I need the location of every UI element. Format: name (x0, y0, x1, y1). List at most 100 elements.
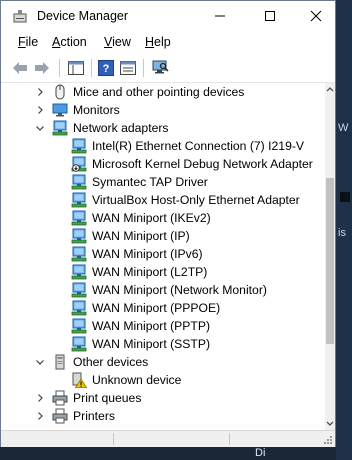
menu-action[interactable]: Action (52, 35, 87, 49)
background-text: Di (255, 447, 266, 459)
tree-device[interactable]: WAN Miniport (SSTP) (4, 335, 325, 353)
network-adapter-icon (71, 246, 87, 262)
device-manager-window: Device Manager File Action View Help ? M… (0, 0, 336, 447)
toolbar-separator (59, 59, 60, 77)
menu-file[interactable]: File (18, 35, 38, 49)
printer-icon (52, 408, 68, 424)
scroll-up-button[interactable] (325, 83, 335, 95)
tree-item-label: Print queues (73, 391, 142, 405)
printer-icon (52, 390, 68, 406)
scroll-down-button[interactable] (325, 418, 335, 430)
toolbar-separator (91, 59, 92, 77)
tree-category[interactable]: Mice and other pointing devices (4, 83, 325, 101)
tree-device[interactable]: Microsoft Kernel Debug Network Adapter (4, 155, 325, 173)
tree-item-label: VirtualBox Host-Only Ethernet Adapter (92, 193, 300, 207)
tree-item-label: WAN Miniport (IP) (92, 229, 190, 243)
title-bar[interactable]: Device Manager (1, 1, 335, 31)
network-adapter-icon (71, 282, 87, 298)
network-adapter-icon (71, 336, 87, 352)
window-title: Device Manager (37, 9, 129, 23)
network-adapter-icon (71, 138, 87, 154)
close-button[interactable] (293, 1, 339, 31)
tree-device[interactable]: Intel(R) Ethernet Connection (7) I219-V (4, 137, 325, 155)
monitor-icon (52, 103, 68, 117)
maximize-button[interactable] (247, 1, 293, 31)
tree-item-label: Other devices (73, 355, 149, 369)
back-arrow-icon (13, 62, 27, 74)
tree-category[interactable]: Print queues (4, 389, 325, 407)
tree-device[interactable]: Symantec TAP Driver (4, 173, 325, 191)
tree-item-label: WAN Miniport (IKEv2) (92, 211, 211, 225)
tree-device[interactable]: WAN Miniport (IPv6) (4, 245, 325, 263)
tree-item-label: Network adapters (73, 121, 169, 135)
menu-help[interactable]: Help (145, 35, 171, 49)
network-adapter-icon (71, 264, 87, 280)
tree-device[interactable]: WAN Miniport (IKEv2) (4, 209, 325, 227)
help-button[interactable]: ? (97, 59, 115, 77)
network-adapter-icon (71, 318, 87, 334)
background-text: W (338, 122, 349, 134)
minimize-icon (215, 15, 225, 17)
chevron-right-icon[interactable] (35, 87, 45, 97)
svg-text:?: ? (103, 63, 110, 75)
background-text: is (338, 227, 346, 239)
device-manager-app-icon (13, 10, 27, 23)
tree-device[interactable]: WAN Miniport (L2TP) (4, 263, 325, 281)
tree-device[interactable]: WAN Miniport (PPPOE) (4, 299, 325, 317)
background-desktop-strip: W is (336, 0, 352, 460)
network-adapter-icon (71, 300, 87, 316)
tree-device[interactable]: Unknown device (4, 371, 325, 389)
network-adapter-icon (71, 228, 87, 244)
device-tree: Mice and other pointing devices Monitors N… (4, 83, 325, 430)
tree-item-label: WAN Miniport (L2TP) (92, 265, 208, 279)
tree-item-label: Unknown device (92, 373, 182, 387)
unknown-device-warning-icon (72, 372, 87, 388)
network-adapter-icon (71, 174, 87, 190)
properties-icon (120, 61, 136, 75)
show-hide-console-tree-icon (68, 61, 84, 75)
tree-item-label: WAN Miniport (PPPOE) (92, 301, 221, 315)
tree-device[interactable]: WAN Miniport (IP) (4, 227, 325, 245)
resize-grip-icon[interactable] (323, 435, 333, 445)
chevron-down-icon[interactable] (35, 357, 45, 367)
scroll-thumb[interactable] (326, 178, 334, 344)
forward-button[interactable] (33, 59, 51, 77)
tree-item-label: Intel(R) Ethernet Connection (7) I219-V (92, 139, 305, 153)
chevron-down-icon[interactable] (35, 123, 45, 133)
mouse-icon (55, 84, 65, 100)
scroll-down-icon (326, 421, 334, 426)
scroll-up-icon (326, 87, 334, 92)
forward-arrow-icon (35, 62, 49, 74)
tree-category[interactable]: Network adapters (4, 119, 325, 137)
other-devices-icon (55, 354, 65, 370)
minimize-button[interactable] (197, 1, 243, 31)
toolbar-separator (143, 59, 144, 77)
tree-category[interactable]: Other devices (4, 353, 325, 371)
status-bar (1, 430, 335, 447)
network-adapter-icon (71, 192, 87, 208)
help-icon: ? (98, 60, 114, 76)
properties-button[interactable] (119, 59, 137, 77)
tree-category[interactable]: Printers (4, 407, 325, 425)
tree-item-label: WAN Miniport (Network Monitor) (92, 283, 267, 297)
tree-item-label: WAN Miniport (PPTP) (92, 319, 211, 333)
tree-device[interactable]: WAN Miniport (PPTP) (4, 317, 325, 335)
scan-hardware-button[interactable] (151, 59, 169, 77)
tree-category[interactable]: Monitors (4, 101, 325, 119)
tree-item-label: WAN Miniport (SSTP) (92, 337, 211, 351)
chevron-right-icon[interactable] (35, 411, 45, 421)
tree-item-label: Symantec TAP Driver (92, 175, 208, 189)
tree-device[interactable]: VirtualBox Host-Only Ethernet Adapter (4, 191, 325, 209)
back-button[interactable] (11, 59, 29, 77)
status-bar-divider (229, 433, 230, 445)
chevron-right-icon[interactable] (35, 393, 45, 403)
show-hide-console-tree-button[interactable] (67, 59, 85, 77)
tree-device[interactable]: WAN Miniport (Network Monitor) (4, 281, 325, 299)
scan-hardware-icon (152, 60, 169, 74)
menu-view[interactable]: View (104, 35, 131, 49)
vertical-scrollbar[interactable] (325, 83, 335, 430)
chevron-right-icon[interactable] (35, 105, 45, 115)
maximize-icon (265, 11, 275, 21)
network-adapter-disabled-icon (71, 156, 87, 172)
network-adapter-icon (52, 120, 68, 136)
